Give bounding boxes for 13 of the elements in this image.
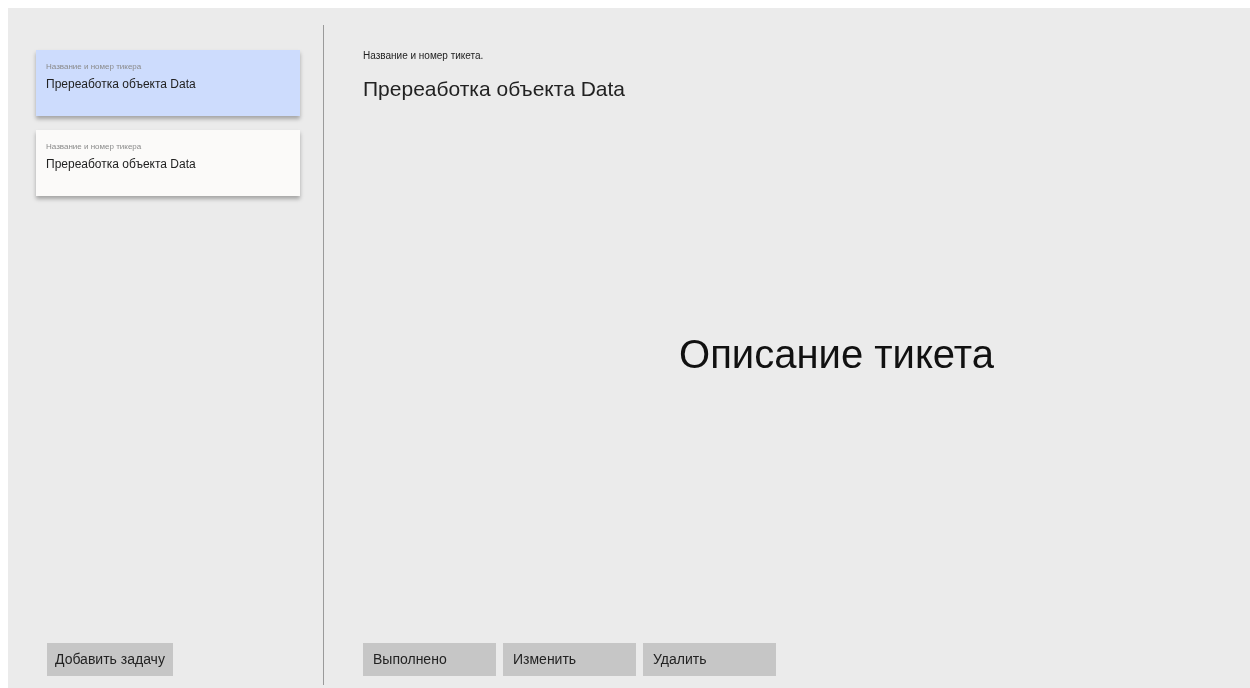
- ticket-label: Название и номер тикета.: [363, 49, 485, 63]
- ticket-label: Название и номер тикера: [46, 62, 143, 72]
- action-button[interactable]: Выполнено: [363, 643, 496, 676]
- ticket-card[interactable]: Название и номер тикера Пререаботка объекта Data: [36, 50, 300, 116]
- action-button[interactable]: Изменить: [503, 643, 636, 676]
- action-button[interactable]: Удалить: [643, 643, 776, 676]
- ticket-card[interactable]: Название и номер тикера Пререаботка объекта Data: [36, 130, 300, 196]
- ticket-label: Название и номер тикера: [46, 142, 143, 152]
- ticket-description: Описание тикета: [679, 330, 994, 378]
- add-task-button[interactable]: Добавить задачу: [47, 643, 173, 676]
- ticket-title: Пререаботка объекта Data: [46, 157, 197, 171]
- ticket-title: Пререаботка объекта Data: [363, 76, 626, 102]
- ticket-title: Пререаботка объекта Data: [46, 77, 197, 91]
